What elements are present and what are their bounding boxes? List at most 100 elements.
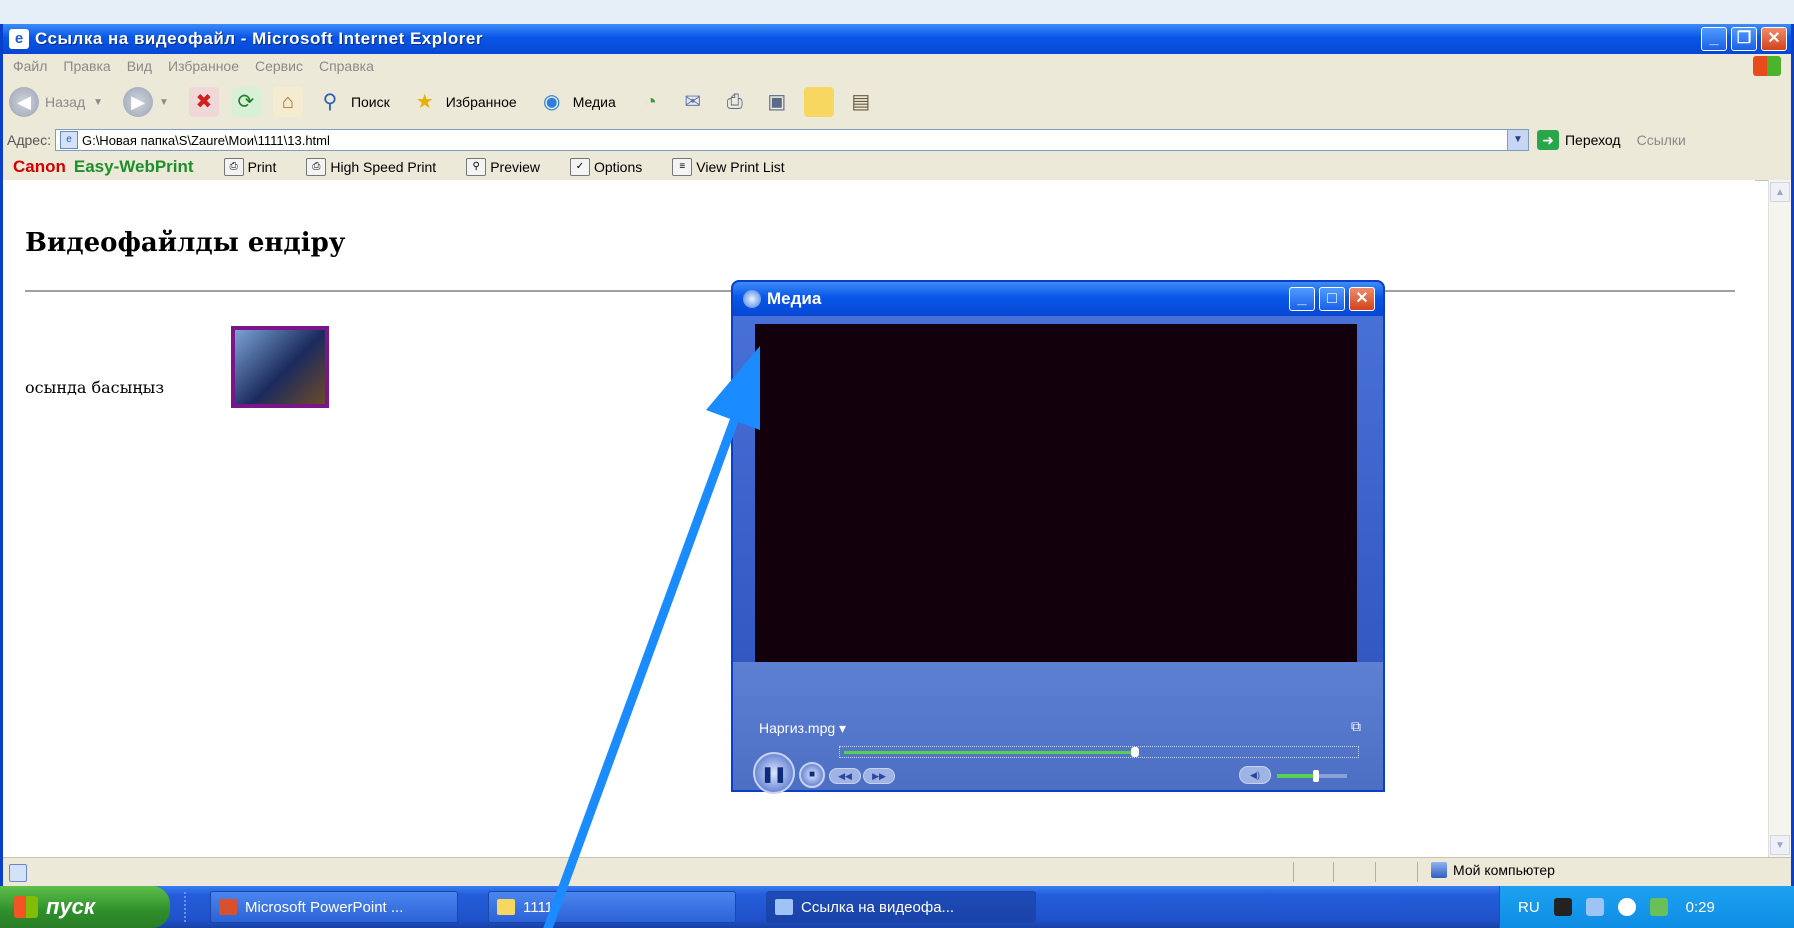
volume-thumb[interactable] bbox=[1312, 770, 1319, 782]
canon-preview-label: Preview bbox=[490, 159, 540, 175]
network-icon[interactable] bbox=[1585, 898, 1604, 916]
status-divider bbox=[1417, 862, 1418, 882]
research-icon[interactable]: ▤ bbox=[846, 87, 876, 117]
print-icon[interactable]: ⎙ bbox=[720, 87, 750, 117]
links-button[interactable]: Ссылки bbox=[1637, 132, 1686, 148]
media-minimize-button[interactable]: _ bbox=[1289, 287, 1315, 311]
ie-title-bar[interactable]: e Ссылка на видеофайл - Microsoft Intern… bbox=[3, 24, 1791, 54]
seek-thumb[interactable] bbox=[1130, 747, 1139, 757]
search-label: Поиск bbox=[350, 94, 390, 110]
taskbar-item-ie[interactable]: Ссылка на видеофа... bbox=[766, 891, 1036, 923]
tray-app-icon[interactable] bbox=[1649, 898, 1668, 916]
minimize-button[interactable]: _ bbox=[1701, 27, 1727, 51]
forward-button[interactable]: ▶ ▼ bbox=[117, 87, 169, 117]
go-arrow-icon: ➜ bbox=[1536, 130, 1559, 150]
menu-favorites[interactable]: Избранное bbox=[168, 58, 239, 74]
mail-icon[interactable]: ✉ bbox=[678, 87, 708, 117]
taskbar-item-label: Microsoft PowerPoint ... bbox=[245, 898, 404, 916]
media-title: Медиа bbox=[767, 289, 822, 308]
volume-slider[interactable] bbox=[1277, 770, 1347, 782]
start-button[interactable]: пуск bbox=[0, 886, 170, 928]
tray-arrow-icon[interactable] bbox=[1617, 898, 1636, 916]
page-icon: e bbox=[59, 131, 78, 149]
media-title-bar[interactable]: Медиа _ □ ✕ bbox=[733, 282, 1383, 316]
refresh-icon[interactable]: ⟳ bbox=[230, 87, 261, 117]
taskbar-item-powerpoint[interactable]: Microsoft PowerPoint ... bbox=[210, 891, 458, 923]
media-globe-icon: ◉ bbox=[542, 91, 561, 113]
go-button[interactable]: ➜ Переход bbox=[1536, 130, 1621, 150]
canon-high-speed-label: High Speed Print bbox=[330, 159, 437, 175]
language-indicator[interactable]: RU bbox=[1518, 899, 1540, 916]
address-input[interactable]: e G:\Новая папка\S\Zaure\Мои\1111\13.htm… bbox=[54, 129, 1529, 151]
address-bar: Адрес: e G:\Новая папка\S\Zaure\Мои\1111… bbox=[3, 126, 1791, 155]
media-label: Медиа bbox=[572, 94, 616, 110]
stop-button[interactable]: ■ bbox=[799, 762, 825, 788]
search-button[interactable]: ⚲ Поиск bbox=[309, 87, 390, 117]
menu-tools[interactable]: Сервис bbox=[255, 58, 303, 74]
scroll-up-icon[interactable]: ▲ bbox=[1770, 182, 1790, 202]
status-bar: Мой компьютер bbox=[3, 857, 1791, 887]
taskbar-grip[interactable] bbox=[184, 892, 194, 922]
media-maximize-button[interactable]: □ bbox=[1319, 287, 1345, 311]
windows-start-icon bbox=[14, 896, 38, 918]
close-button[interactable]: ✕ bbox=[1761, 27, 1787, 51]
favorites-label: Избранное bbox=[445, 94, 517, 110]
back-button[interactable]: ◀ Назад ▼ bbox=[3, 87, 103, 117]
taskbar: пуск Microsoft PowerPoint ... 1111 Ссылк… bbox=[0, 886, 1794, 928]
canon-view-list-button[interactable]: ≡ View Print List bbox=[672, 158, 785, 176]
security-zone: Мой компьютер bbox=[1431, 862, 1555, 878]
undock-icon[interactable]: ⧉ bbox=[1351, 718, 1361, 735]
address-value: G:\Новая папка\S\Zaure\Мои\1111\13.html bbox=[81, 132, 330, 148]
mute-button[interactable]: ◀) bbox=[1239, 766, 1271, 784]
back-dropdown-icon[interactable]: ▼ bbox=[93, 97, 103, 108]
favorites-button[interactable]: ★ Избранное bbox=[404, 87, 517, 117]
menu-help[interactable]: Справка bbox=[319, 58, 374, 74]
stop-icon[interactable]: ✖ bbox=[188, 87, 219, 117]
preview-magnifier-icon: ⚲ bbox=[466, 158, 487, 176]
home-icon[interactable]: ⌂ bbox=[272, 87, 303, 117]
pause-button[interactable]: ❚❚ bbox=[753, 752, 795, 794]
help-icon[interactable] bbox=[1553, 898, 1572, 916]
back-label: Назад bbox=[45, 94, 86, 110]
volume-fill bbox=[1277, 774, 1316, 778]
media-close-button[interactable]: ✕ bbox=[1349, 287, 1375, 311]
next-track-button[interactable]: ▶▶ bbox=[863, 768, 895, 784]
windows-flag-icon bbox=[1753, 56, 1781, 76]
clock: 0:29 bbox=[1685, 898, 1715, 916]
vertical-scrollbar[interactable]: ▲ ▼ bbox=[1768, 180, 1791, 857]
page-heading: Видеофайлды ендіру bbox=[25, 228, 346, 258]
canon-print-label: Print bbox=[247, 159, 277, 175]
options-check-icon: ✓ bbox=[570, 158, 590, 176]
scroll-down-icon[interactable]: ▼ bbox=[1770, 835, 1790, 855]
canon-print-button[interactable]: ⎙ Print bbox=[223, 158, 277, 176]
video-thumbnail-link[interactable] bbox=[231, 326, 329, 408]
clip-name[interactable]: Наргиз.mpg ▾ bbox=[759, 720, 846, 737]
status-page-icon bbox=[9, 863, 27, 882]
taskbar-item-folder[interactable]: 1111 bbox=[488, 891, 736, 923]
status-divider bbox=[1293, 862, 1294, 882]
edit-icon[interactable]: ▣ bbox=[762, 87, 792, 117]
canon-view-list-label: View Print List bbox=[696, 159, 785, 175]
click-here-text: осында басыңыз bbox=[25, 378, 165, 397]
canon-high-speed-button[interactable]: ⎙ High Speed Print bbox=[306, 158, 436, 176]
history-icon[interactable]: ◔ bbox=[636, 87, 666, 117]
folder-icon[interactable] bbox=[803, 87, 834, 117]
back-arrow-icon: ◀ bbox=[9, 87, 39, 117]
menu-file[interactable]: Файл bbox=[13, 58, 47, 74]
seek-progress-fill bbox=[844, 751, 1135, 754]
restore-button[interactable]: ❐ bbox=[1731, 27, 1757, 51]
media-button[interactable]: ◉ Медиа bbox=[531, 87, 616, 117]
previous-track-button[interactable]: ◀◀ bbox=[829, 768, 861, 784]
menu-edit[interactable]: Правка bbox=[63, 58, 110, 74]
canon-preview-button[interactable]: ⚲ Preview bbox=[466, 158, 540, 176]
seek-bar[interactable] bbox=[839, 746, 1359, 758]
canon-options-button[interactable]: ✓ Options bbox=[570, 158, 642, 176]
my-computer-icon bbox=[1431, 862, 1447, 878]
forward-dropdown-icon[interactable]: ▼ bbox=[159, 97, 169, 108]
media-app-icon bbox=[743, 290, 761, 308]
menu-view[interactable]: Вид bbox=[127, 58, 152, 74]
taskbar-item-label: 1111 bbox=[523, 898, 554, 916]
video-display[interactable] bbox=[755, 324, 1357, 662]
address-dropdown-icon[interactable]: ▼ bbox=[1506, 130, 1528, 150]
canon-product-menu[interactable]: Easy-WebPrint bbox=[74, 157, 194, 177]
